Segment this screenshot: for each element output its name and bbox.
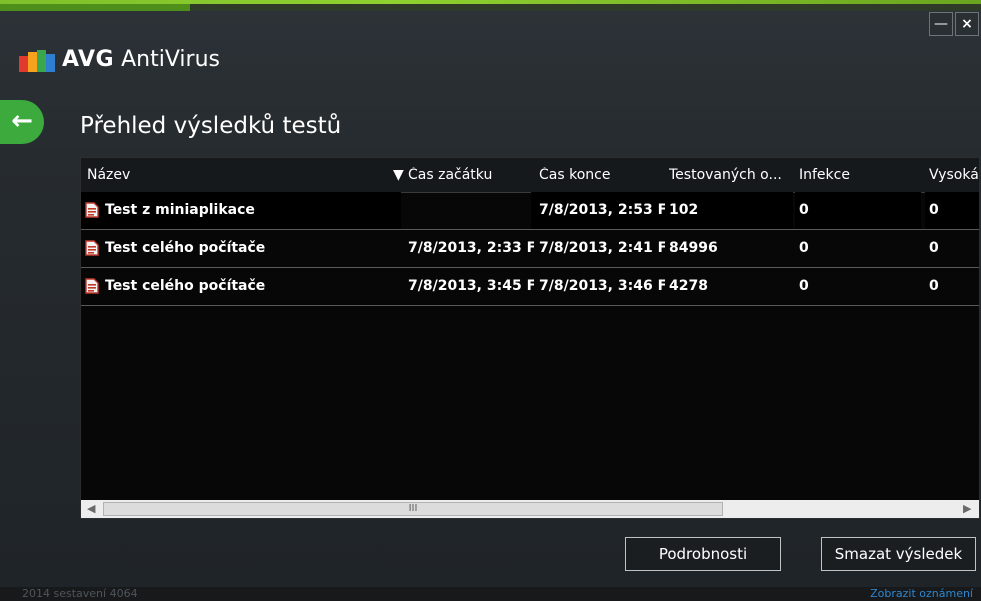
cell-name: Test z miniaplikace — [105, 202, 255, 218]
cell-end: 7/8/2013, 3:46 F — [539, 278, 665, 294]
scroll-left-icon[interactable]: ◀ — [87, 501, 95, 517]
minimize-button[interactable]: — — [929, 12, 953, 36]
scrollbar-thumb[interactable]: III — [103, 502, 723, 516]
scroll-right-icon[interactable]: ▶ — [963, 501, 971, 517]
cell-high: 0 — [929, 202, 939, 218]
column-header-infections[interactable]: Infekce — [799, 167, 850, 183]
close-button[interactable]: × — [955, 12, 979, 36]
column-header-name[interactable]: Název — [87, 167, 130, 183]
app-brand: AVG AntiVirus — [62, 47, 220, 72]
scan-report-icon — [85, 278, 99, 294]
brand-product: AntiVirus — [121, 47, 220, 72]
table-row[interactable]: Test z miniaplikace 7/8/2013, 2:53 F 102… — [81, 192, 979, 230]
table-row[interactable]: Test celého počítače 7/8/2013, 3:45 F 7/… — [81, 268, 979, 306]
back-button[interactable]: ← — [0, 100, 44, 144]
accent-shade-dark — [190, 4, 981, 11]
cell-end: 7/8/2013, 2:53 F — [539, 202, 665, 218]
column-header-tested[interactable]: Testovaných o... — [669, 167, 795, 183]
column-header-end[interactable]: Čas konce — [539, 167, 610, 183]
column-header-start[interactable]: Čas začátku — [408, 167, 492, 183]
cell-infections: 0 — [799, 240, 809, 256]
cell-end: 7/8/2013, 2:41 F — [539, 240, 665, 256]
brand-logo-text: AVG — [62, 47, 115, 72]
status-footer: 2014 sestavení 4064 Zobrazit oznámení — [0, 587, 981, 601]
cell-high: 0 — [929, 240, 939, 256]
sort-descending-icon: ▼ — [393, 167, 404, 183]
cell-infections: 0 — [799, 278, 809, 294]
table-row[interactable]: Test celého počítače 7/8/2013, 2:33 F 7/… — [81, 230, 979, 268]
scan-report-icon — [85, 240, 99, 256]
cell-tested: 4278 — [669, 278, 708, 294]
cell-name: Test celého počítače — [105, 278, 266, 294]
back-arrow-icon: ← — [11, 106, 33, 136]
avg-logo-icon — [19, 50, 55, 72]
accent-shade — [0, 4, 190, 11]
scan-report-icon — [85, 202, 99, 218]
cell-infections: 0 — [799, 202, 809, 218]
scrollbar-grip: III — [408, 503, 418, 514]
show-notifications-link[interactable]: Zobrazit oznámení — [870, 587, 973, 600]
horizontal-scrollbar[interactable]: ◀ III ▶ — [81, 500, 979, 518]
cell-start: 7/8/2013, 2:33 F — [408, 240, 534, 256]
results-table: Název ▼ Čas začátku Čas konce Testovanýc… — [80, 157, 980, 519]
delete-result-button[interactable]: Smazat výsledek — [821, 537, 976, 571]
cell-high: 0 — [929, 278, 939, 294]
page-title: Přehled výsledků testů — [80, 113, 342, 139]
cell-name: Test celého počítače — [105, 240, 266, 256]
column-header-high[interactable]: Vysoká — [929, 167, 979, 183]
details-button[interactable]: Podrobnosti — [625, 537, 781, 571]
build-info: 2014 sestavení 4064 — [22, 587, 138, 600]
top-accent-bar — [0, 0, 981, 11]
cell-start: 7/8/2013, 3:45 F — [408, 278, 534, 294]
cell-tested: 102 — [669, 202, 699, 218]
table-header: Název ▼ Čas začátku Čas konce Testovanýc… — [81, 158, 979, 193]
cell-tested: 84996 — [669, 240, 718, 256]
